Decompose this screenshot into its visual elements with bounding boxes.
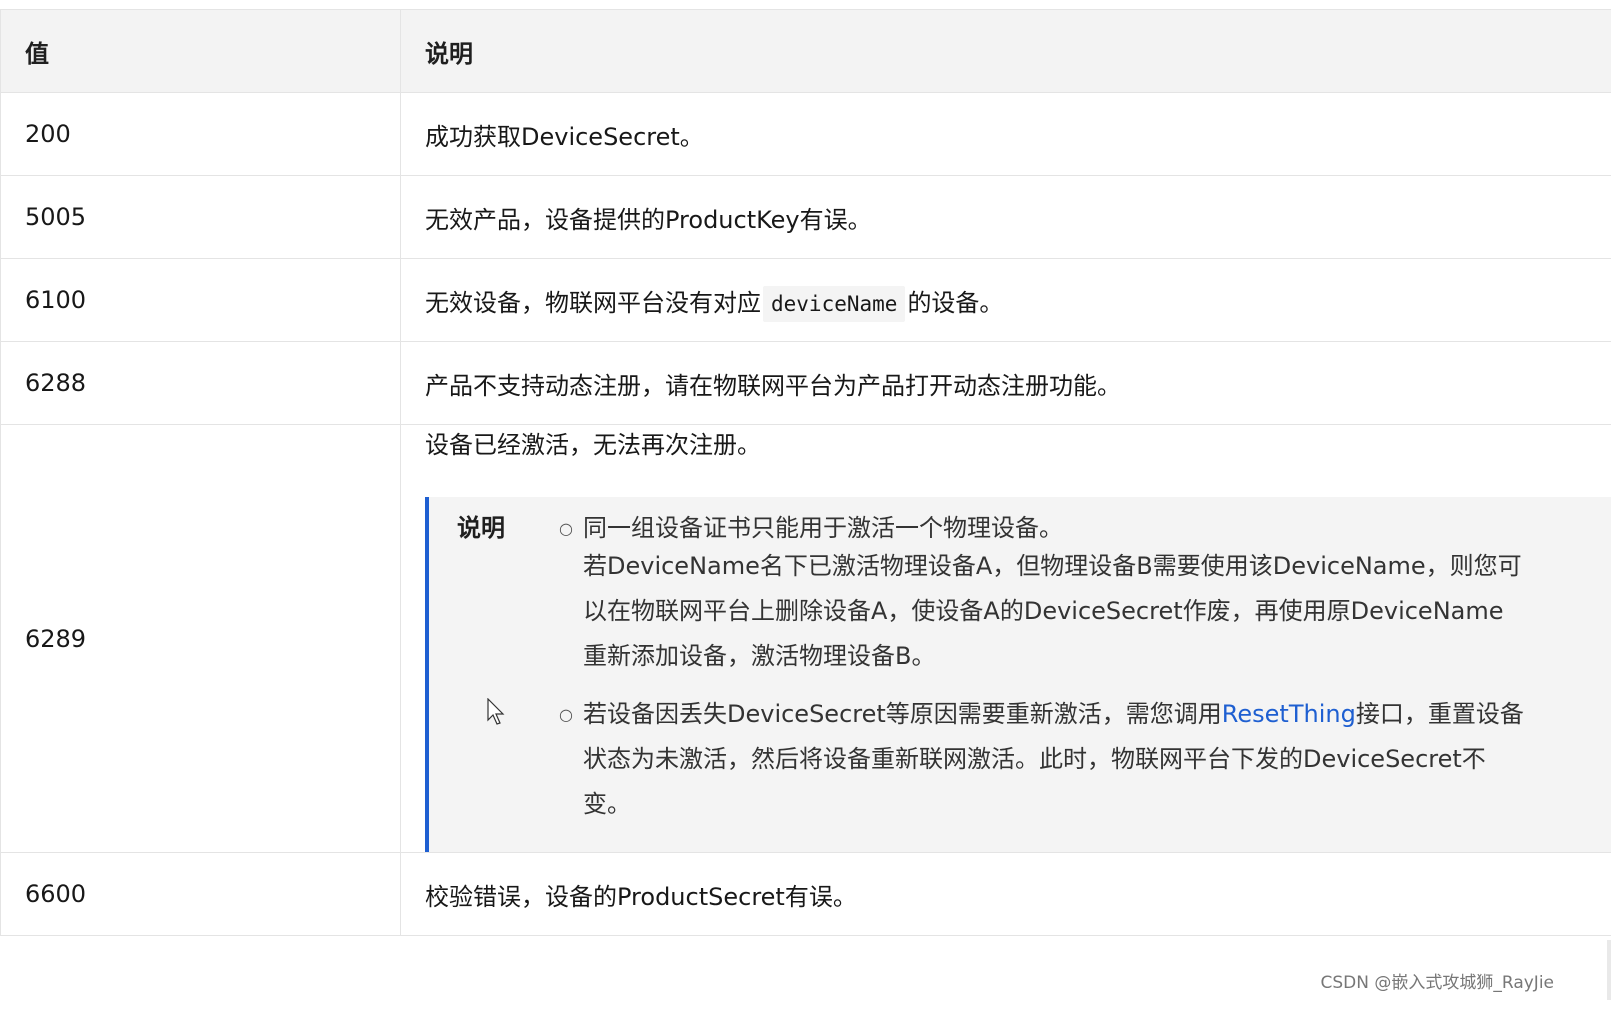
cell-value: 6289 [0,424,401,853]
cell-description: 无效设备，物联网平台没有对应 deviceName 的设备。 [400,258,1611,342]
table-row: 6289 设备已经激活，无法再次注册。 说明 ○ 同一组设备证书只能用于激活一个… [0,424,1611,853]
table-row: 6600 校验错误，设备的ProductSecret有误。 [0,852,1611,936]
cell-value: 6600 [0,852,401,936]
table-row: 200 成功获取DeviceSecret。 [0,92,1611,176]
table-row: 5005 无效产品，设备提供的ProductKey有误。 [0,175,1611,259]
cell-description: 无效产品，设备提供的ProductKey有误。 [400,175,1611,259]
cell-description: 成功获取DeviceSecret。 [400,92,1611,176]
mouse-pointer-icon [487,698,505,725]
circle-bullet-icon: ○ [559,705,573,724]
cell-value: 200 [0,92,401,176]
note-callout: 说明 ○ 同一组设备证书只能用于激活一个物理设备。 若DeviceName名下已… [425,497,1611,852]
table-row: 6100 无效设备，物联网平台没有对应 deviceName 的设备。 [0,258,1611,342]
description-text: 设备已经激活，无法再次注册。 [425,431,761,459]
page: 值 说明 200 成功获取DeviceSecret。 5005 无效产品，设备提… [0,0,1611,1028]
cell-value: 6288 [0,341,401,425]
cell-description: 校验错误，设备的ProductSecret有误。 [400,852,1611,936]
column-header-value: 值 [0,9,401,93]
inline-code: deviceName [763,285,906,322]
table-header-row: 值 说明 [0,9,1611,93]
note-list-item: ○ 若设备因丢失DeviceSecret等原因需要重新激活，需您调用ResetT… [527,692,1527,827]
note-item-text: 若DeviceName名下已激活物理设备A，但物理设备B需要使用该DeviceN… [583,552,1522,670]
description-text: 无效设备，物联网平台没有对应 [425,288,761,317]
description-text: 的设备。 [907,288,1004,317]
circle-bullet-icon: ○ [559,519,573,538]
note-item-line: 同一组设备证书只能用于激活一个物理设备。 [583,514,1063,542]
status-code-table: 值 说明 200 成功获取DeviceSecret。 5005 无效产品，设备提… [0,9,1611,936]
cell-description: 设备已经激活，无法再次注册。 说明 ○ 同一组设备证书只能用于激活一个物理设备。… [400,424,1611,853]
note-item-text: 若设备因丢失DeviceSecret等原因需要重新激活，需您调用 [583,700,1222,728]
column-header-description: 说明 [400,9,1611,93]
cell-value: 5005 [0,175,401,259]
reset-thing-link[interactable]: ResetThing [1222,700,1356,728]
note-list-item: ○ 同一组设备证书只能用于激活一个物理设备。 若DeviceName名下已激活物… [527,512,1527,679]
note-title: 说明 [457,514,505,542]
watermark: CSDN @嵌入式攻城狮_RayJie [1320,973,1554,993]
note-list: ○ 同一组设备证书只能用于激活一个物理设备。 若DeviceName名下已激活物… [527,512,1527,840]
cell-value: 6100 [0,258,401,342]
table-row: 6288 产品不支持动态注册，请在物联网平台为产品打开动态注册功能。 [0,341,1611,425]
scrollbar-edge[interactable] [1607,940,1611,1000]
cell-description: 产品不支持动态注册，请在物联网平台为产品打开动态注册功能。 [400,341,1611,425]
